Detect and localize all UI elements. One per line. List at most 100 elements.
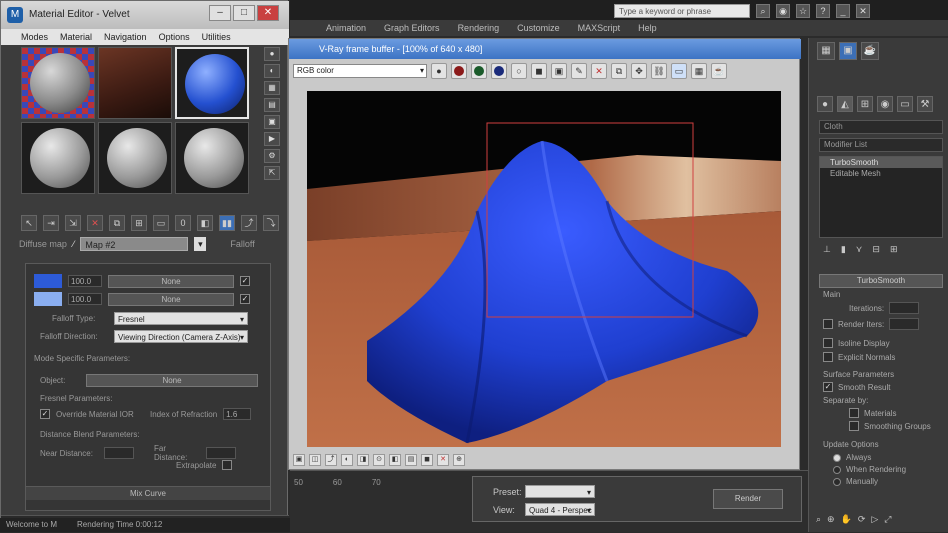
clear-icon[interactable]: ✕: [591, 63, 607, 79]
front-color-swatch[interactable]: [34, 274, 62, 288]
side-map-checkbox[interactable]: ✓: [240, 294, 250, 304]
always-radio[interactable]: [833, 453, 841, 462]
material-id-icon[interactable]: 0: [175, 215, 191, 231]
side-amount-spinner[interactable]: 100.0: [68, 293, 102, 305]
green-channel-button[interactable]: [471, 63, 487, 79]
unique-icon[interactable]: ⊞: [131, 215, 147, 231]
go-to-parent-icon[interactable]: ⤴: [241, 215, 257, 231]
map-type-label[interactable]: Falloff: [230, 239, 254, 249]
assign-material-icon[interactable]: ⇲: [65, 215, 81, 231]
maximize-button[interactable]: □: [233, 5, 255, 21]
eyedropper-icon[interactable]: ⁄: [73, 239, 75, 249]
frame-buffer-title[interactable]: V-Ray frame buffer - [100% of 640 x 480]: [289, 39, 801, 59]
region-render-icon[interactable]: ▭: [671, 63, 687, 79]
zoom-all-icon[interactable]: ⊕: [827, 514, 835, 525]
levels-icon[interactable]: ◫: [309, 454, 321, 466]
near-distance-spinner[interactable]: [104, 447, 134, 459]
minimize-button[interactable]: –: [209, 5, 231, 21]
turbosmooth-rollout-header[interactable]: TurboSmooth: [819, 274, 943, 288]
search-icon[interactable]: ⌕: [756, 4, 770, 18]
map-name-dropdown[interactable]: ▾: [194, 237, 207, 251]
material-slot[interactable]: [21, 47, 95, 119]
object-pick-button[interactable]: None: [86, 374, 258, 387]
material-slot[interactable]: [98, 47, 172, 119]
blue-channel-button[interactable]: [491, 63, 507, 79]
smooth-result-checkbox[interactable]: ✓: [823, 382, 833, 392]
options-icon[interactable]: ⚙: [264, 149, 280, 163]
modifier-list-dropdown[interactable]: Modifier List: [819, 138, 943, 152]
preset-dropdown[interactable]: [525, 485, 595, 499]
preview-icon[interactable]: ▶: [264, 132, 280, 146]
compare-icon[interactable]: ◧: [389, 454, 401, 466]
smoothing-groups-checkbox[interactable]: [849, 421, 859, 431]
override-ior-checkbox[interactable]: ✓: [40, 409, 50, 419]
track-mouse-icon[interactable]: ✥: [631, 63, 647, 79]
render-iters-spinner[interactable]: [889, 318, 920, 330]
orbit-icon[interactable]: ⟳: [858, 514, 866, 525]
color-correction-icon[interactable]: ▣: [293, 454, 305, 466]
isoline-checkbox[interactable]: [823, 338, 833, 348]
duplicate-icon[interactable]: ⧉: [611, 63, 627, 79]
falloff-direction-dropdown[interactable]: Viewing Direction (Camera Z-Axis): [114, 330, 248, 344]
stereo-icon[interactable]: ⊕: [453, 454, 465, 466]
when-rendering-radio[interactable]: [833, 465, 841, 474]
front-map-button[interactable]: None: [108, 274, 234, 288]
menu-utilities[interactable]: Utilities: [202, 32, 231, 42]
sample-type-icon[interactable]: ●: [264, 47, 280, 61]
history-icon[interactable]: ⊙: [373, 454, 385, 466]
star-icon[interactable]: ☆: [796, 4, 810, 18]
red-channel-button[interactable]: [451, 63, 467, 79]
explicit-normals-checkbox[interactable]: [823, 352, 833, 362]
manually-radio[interactable]: [833, 477, 841, 486]
link-icon[interactable]: ⛓: [651, 63, 667, 79]
stack-item-turbosmooth[interactable]: TurboSmooth: [820, 157, 942, 168]
material-editor-titlebar[interactable]: M Material Editor - Velvet – □ ✕: [1, 1, 289, 29]
stack-item-editable-mesh[interactable]: Editable Mesh: [820, 168, 942, 179]
render-frame-icon[interactable]: ▣: [839, 42, 857, 60]
menu-rendering[interactable]: Rendering: [458, 23, 500, 33]
utilities-tab-icon[interactable]: ⚒: [917, 96, 933, 112]
exposure-icon[interactable]: ◐: [341, 454, 353, 466]
go-forward-icon[interactable]: ⤵: [263, 215, 279, 231]
side-map-button[interactable]: None: [108, 292, 234, 306]
menu-maxscript[interactable]: MAXScript: [578, 23, 621, 33]
side-color-swatch[interactable]: [34, 292, 62, 306]
alpha-channel-icon[interactable]: ○: [511, 63, 527, 79]
falloff-type-dropdown[interactable]: Fresnel: [114, 312, 248, 326]
menu-modes[interactable]: Modes: [21, 32, 48, 42]
menu-options[interactable]: Options: [159, 32, 190, 42]
backlight-icon[interactable]: ◐: [264, 64, 280, 78]
field-of-view-icon[interactable]: ▷: [871, 514, 878, 525]
background-icon[interactable]: ▦: [264, 81, 280, 95]
menu-help[interactable]: Help: [638, 23, 657, 33]
map-name-field[interactable]: Map #2: [80, 237, 189, 251]
motion-tab-icon[interactable]: ◉: [877, 96, 893, 112]
iterations-spinner[interactable]: [889, 302, 920, 314]
uv-tiling-icon[interactable]: ▤: [264, 98, 280, 112]
make-unique-icon[interactable]: ⋎: [856, 244, 863, 255]
menu-material[interactable]: Material: [60, 32, 92, 42]
front-amount-spinner[interactable]: 100.0: [68, 275, 102, 287]
rendered-image[interactable]: [307, 91, 781, 447]
remove-modifier-icon[interactable]: ⊟: [872, 244, 880, 255]
view-dropdown[interactable]: Quad 4 - Perspec: [525, 503, 595, 517]
menu-navigation[interactable]: Navigation: [104, 32, 147, 42]
material-slot-selected[interactable]: [175, 47, 249, 119]
stamp-icon[interactable]: ▤: [405, 454, 417, 466]
maximize-viewport-icon[interactable]: ⤢: [884, 514, 891, 525]
hierarchy-tab-icon[interactable]: ⊞: [857, 96, 873, 112]
material-slot[interactable]: [21, 122, 95, 194]
extrapolate-checkbox[interactable]: [222, 460, 233, 470]
show-map-icon[interactable]: ◧: [197, 215, 213, 231]
pan-icon[interactable]: ✋: [841, 514, 852, 525]
mono-icon[interactable]: ◼: [531, 63, 547, 79]
material-slot[interactable]: [98, 122, 172, 194]
lens-effects-icon[interactable]: ✕: [437, 454, 449, 466]
menu-graph-editors[interactable]: Graph Editors: [384, 23, 440, 33]
lut-icon[interactable]: ◨: [357, 454, 369, 466]
menu-customize[interactable]: Customize: [517, 23, 560, 33]
modify-tab-icon[interactable]: ◭: [837, 96, 853, 112]
channel-dropdown[interactable]: RGB color: [293, 64, 427, 78]
minimize-icon[interactable]: _: [836, 4, 850, 18]
last-region-icon[interactable]: ▦: [691, 63, 707, 79]
